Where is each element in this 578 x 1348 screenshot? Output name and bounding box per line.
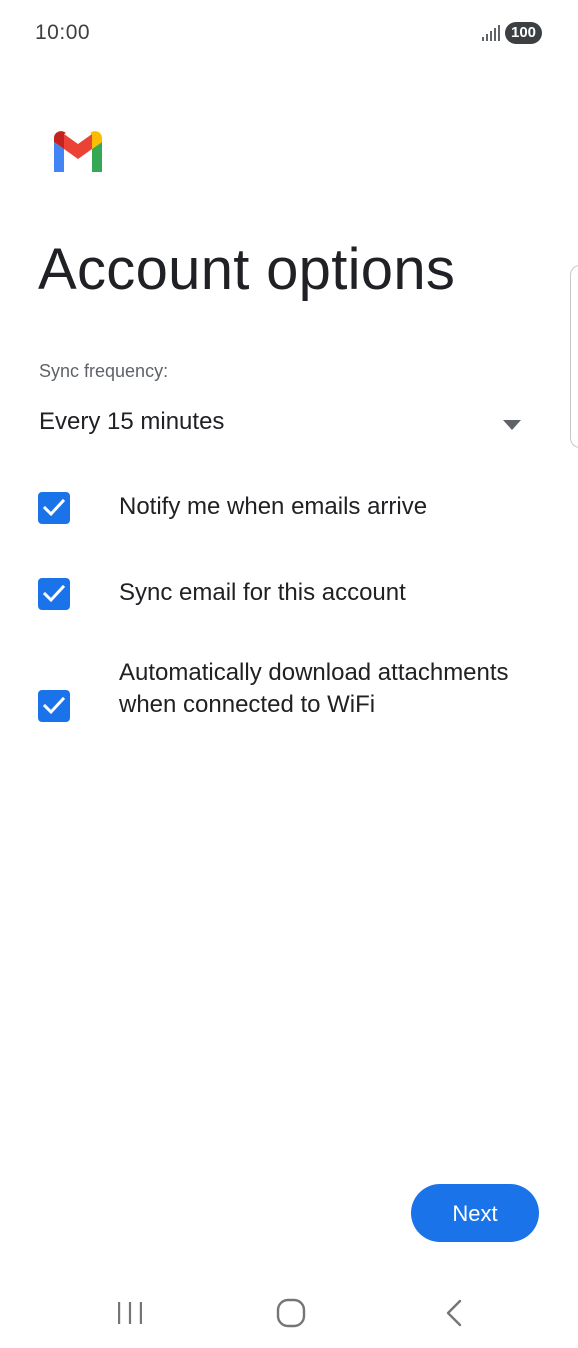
page-title: Account options: [38, 237, 456, 302]
auto-download-option-label: Automatically download attachments when …: [119, 659, 509, 718]
checkmark-icon: [43, 498, 65, 517]
dropdown-arrow-icon: [503, 420, 521, 430]
sync-frequency-label: Sync frequency:: [39, 361, 169, 381]
checkmark-icon: [43, 584, 65, 603]
sync-email-checkbox[interactable]: [38, 578, 70, 610]
next-button[interactable]: Next: [411, 1184, 539, 1242]
sync-email-option-label: Sync email for this account: [119, 579, 406, 606]
sync-email-option-row[interactable]: Sync email for this account: [38, 577, 538, 611]
notify-option-label: Notify me when emails arrive: [119, 493, 428, 520]
notify-option-row[interactable]: Notify me when emails arrive: [38, 491, 538, 525]
back-icon[interactable]: [442, 1298, 466, 1328]
status-time: 10:00: [35, 21, 91, 44]
signal-icon: [482, 25, 500, 41]
notify-checkbox[interactable]: [38, 492, 70, 524]
navigation-bar: [0, 1270, 578, 1348]
recents-icon[interactable]: [114, 1300, 146, 1326]
status-bar: 10:00 100: [0, 0, 578, 66]
auto-download-checkbox[interactable]: [38, 690, 70, 722]
sync-frequency-value: Every 15 minutes: [39, 408, 225, 435]
gmail-logo-icon: [54, 131, 102, 172]
battery-indicator: 100: [505, 22, 542, 44]
auto-download-option-row[interactable]: Automatically download attachments when …: [38, 657, 538, 757]
checkmark-icon: [43, 696, 65, 715]
edge-panel-handle[interactable]: [570, 265, 578, 448]
home-icon[interactable]: [276, 1298, 306, 1328]
sync-frequency-dropdown[interactable]: Every 15 minutes: [38, 396, 528, 452]
